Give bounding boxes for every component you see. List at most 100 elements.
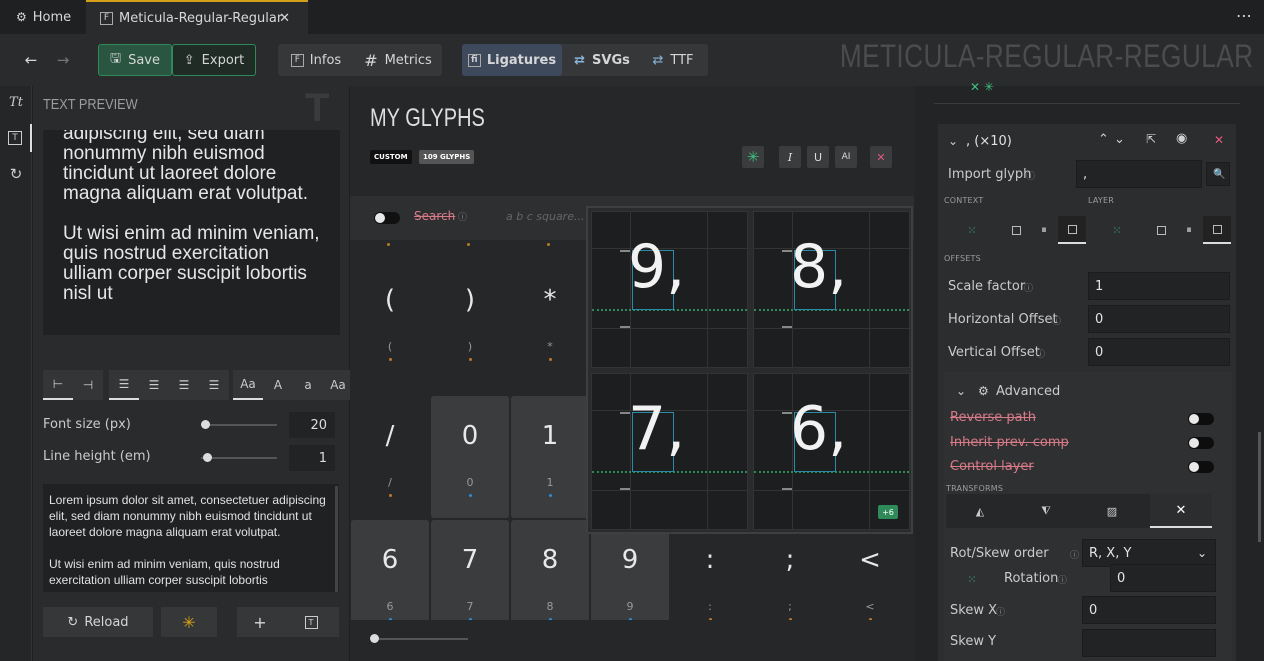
glyph-cell[interactable]: 99	[591, 520, 669, 620]
skew-x-input[interactable]: 0	[1082, 596, 1216, 624]
open-icon[interactable]: ⇱	[1146, 132, 1156, 146]
inherit-label: Inherit prev. comp	[950, 435, 1069, 450]
tab-home[interactable]: ⚙ Home	[10, 0, 88, 34]
move-down-icon[interactable]: ⌄	[1114, 132, 1125, 147]
control-layer-toggle[interactable]	[1188, 461, 1214, 473]
zoom-slider-knob[interactable]	[370, 634, 379, 643]
layer-mode-1-icon[interactable]	[1147, 216, 1175, 244]
tab-font[interactable]: F Meticula-Regular-Regular ✕	[86, 0, 308, 34]
glyph-cell[interactable]: 66	[351, 520, 429, 620]
reverse-path-toggle[interactable]	[1188, 413, 1214, 425]
rotation-anchor-icon[interactable]: ⁙	[958, 565, 986, 593]
context-mode-1-icon[interactable]	[1002, 216, 1030, 244]
collapse-icon[interactable]: ⌄	[948, 134, 958, 148]
zoom-slider-track[interactable]	[374, 638, 468, 640]
save-button[interactable]: 🖫 Save	[98, 44, 172, 76]
align-end-icon[interactable]: ⊣	[73, 370, 103, 400]
export-button[interactable]: ⇪ Export	[172, 44, 256, 76]
search-toggle[interactable]	[374, 212, 400, 224]
glyph-cell[interactable]: 11	[511, 396, 589, 518]
move-up-icon[interactable]: ⌃	[1098, 132, 1109, 147]
text-style-icon[interactable]: Tt	[0, 88, 32, 116]
more-icon[interactable]: ⋯	[1236, 6, 1252, 25]
line-height-slider-knob[interactable]	[203, 453, 212, 462]
text-box-button[interactable]: T	[283, 607, 339, 637]
context-anchor-icon[interactable]: ⁙	[958, 216, 986, 244]
component-preview-cell[interactable]: 8,	[753, 211, 910, 368]
inspector-scrollbar[interactable]	[1258, 432, 1261, 542]
rotation-input[interactable]: 0	[1110, 564, 1216, 592]
glyph-cell[interactable]: 88	[511, 520, 589, 620]
h-offset-input[interactable]: 0	[1088, 305, 1230, 333]
glyph-toggle-button[interactable]: ✳	[161, 607, 217, 637]
scale-input[interactable]: 1	[1088, 272, 1230, 300]
glyph-cell[interactable]: 00	[431, 396, 509, 518]
flip-vertical-icon[interactable]: ⧨	[1032, 497, 1060, 525]
glyph-char-label: (	[387, 340, 393, 353]
glyph-cell[interactable]: ;;	[751, 520, 829, 620]
reload-button[interactable]: ↻ Reload	[43, 607, 153, 637]
layer-mode-2-icon[interactable]: ⏸	[1175, 216, 1203, 244]
rot-order-select[interactable]: R, X, Y ⌄	[1082, 539, 1216, 567]
glyph-cell[interactable]: / /	[351, 396, 429, 518]
font-size-slider-knob[interactable]	[201, 420, 210, 429]
italic-icon[interactable]: I	[779, 146, 801, 168]
layer-anchor-icon[interactable]: ⁙	[1103, 216, 1131, 244]
refresh-icon[interactable]: ↻	[0, 160, 32, 188]
textarea-scrollbar[interactable]	[335, 486, 338, 592]
import-glyph-input[interactable]: ,	[1076, 160, 1202, 188]
infos-button[interactable]: F Infos	[282, 44, 350, 76]
reset-transform-icon[interactable]: ✕	[1150, 494, 1212, 528]
layer-mode-3-icon[interactable]	[1203, 216, 1231, 244]
search-icon[interactable]: 🔍	[1206, 162, 1230, 186]
close-icon[interactable]: ✕	[279, 11, 290, 26]
glyph-cell[interactable]: 77	[431, 520, 509, 620]
line-height-input[interactable]: 1	[289, 445, 335, 471]
align-center-icon[interactable]: ☰	[139, 370, 169, 400]
ai-icon[interactable]: AI	[835, 146, 857, 168]
component-preview-cell[interactable]: 9,	[591, 211, 748, 368]
ligatures-button[interactable]: fi Ligatures	[462, 44, 562, 76]
collapse-icon[interactable]: ⌄	[956, 384, 966, 398]
skew-y-input[interactable]	[1082, 629, 1216, 657]
close-icon[interactable]: ✕	[870, 146, 892, 168]
underline-icon[interactable]: U	[807, 146, 829, 168]
case-lower-icon[interactable]: a	[293, 370, 323, 400]
delete-icon[interactable]: ✕	[1214, 133, 1224, 147]
font-size-slider[interactable]	[201, 424, 277, 426]
glyph-cell[interactable]: ((	[351, 260, 429, 382]
search-input[interactable]: a b c square...	[506, 210, 584, 223]
advanced-label[interactable]: Advanced	[996, 384, 1060, 399]
align-justify-icon[interactable]: ☰	[199, 370, 229, 400]
align-right-icon[interactable]: ☰	[169, 370, 199, 400]
v-offset-input[interactable]: 0	[1088, 338, 1230, 366]
add-button[interactable]: +	[237, 607, 283, 637]
case-upper-icon[interactable]: A	[263, 370, 293, 400]
inherit-toggle[interactable]	[1188, 437, 1214, 449]
back-button[interactable]: ←	[18, 44, 44, 76]
preview-text-input[interactable]: Lorem ipsum dolor sit amet, consectetuer…	[43, 484, 339, 592]
more-badge[interactable]: +6	[878, 505, 898, 519]
align-left-icon[interactable]: ☰	[109, 370, 139, 400]
glyph-cell[interactable]: < <	[831, 520, 909, 620]
context-mode-2-icon[interactable]: ⏸	[1030, 216, 1058, 244]
component-preview-cell[interactable]: 7,	[591, 373, 748, 530]
glyph-cell[interactable]: ))	[431, 260, 509, 382]
skew-icon[interactable]: ▨	[1098, 497, 1126, 525]
metrics-button[interactable]: # Metrics	[358, 44, 438, 76]
svgs-button[interactable]: ⇄ SVGs	[566, 44, 638, 76]
font-size-input[interactable]: 20	[289, 412, 335, 438]
context-mode-3-icon[interactable]	[1058, 216, 1086, 244]
glyph-cell[interactable]: * *	[511, 260, 589, 382]
ttf-button[interactable]: ⇄ TTF	[642, 44, 704, 76]
glyph-cell[interactable]: ::	[671, 520, 749, 620]
case-small-icon[interactable]: Aa	[323, 370, 353, 400]
case-normal-icon[interactable]: Aa	[233, 370, 263, 400]
line-height-slider[interactable]	[201, 457, 277, 459]
glyph-filter-icon[interactable]: ✳	[742, 146, 764, 168]
flip-horizontal-icon[interactable]: ◭	[966, 497, 994, 525]
eye-icon[interactable]: ◉	[1176, 131, 1187, 146]
align-start-icon[interactable]: ⊢	[43, 370, 73, 400]
text-preview-icon[interactable]: T	[0, 124, 32, 152]
forward-button[interactable]: →	[50, 44, 76, 76]
